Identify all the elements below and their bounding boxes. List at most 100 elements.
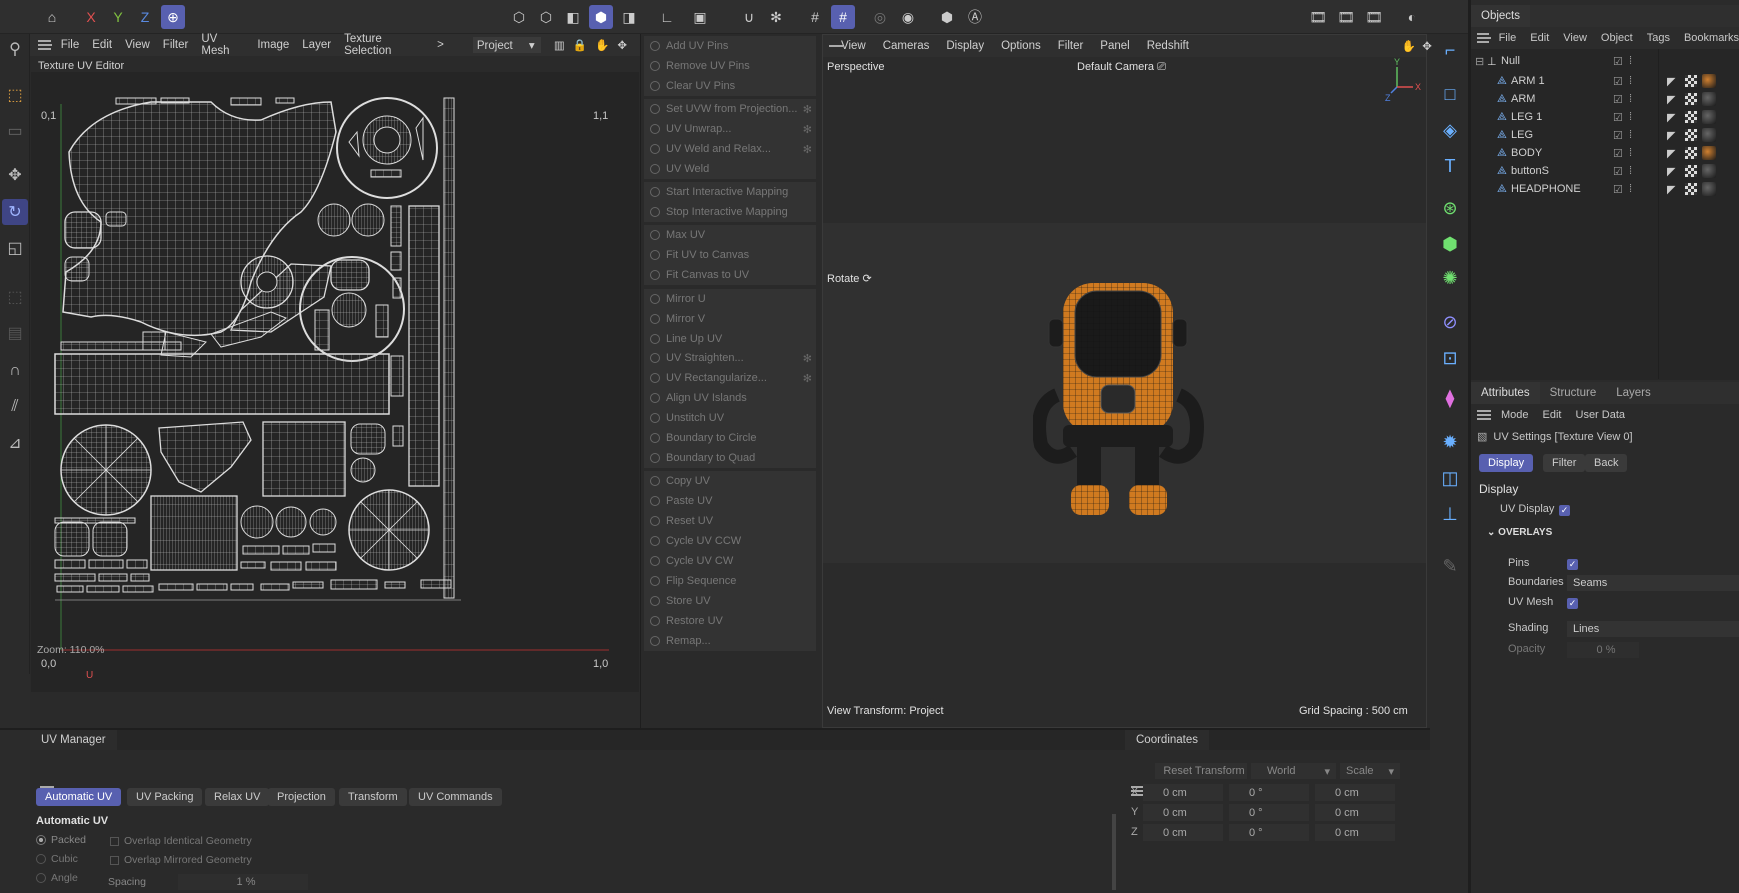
knife-icon[interactable]: ⊿ [2,430,28,456]
scene-camera-icon[interactable]: ◫ [1436,464,1464,492]
tab-attributes[interactable]: Attributes [1471,382,1540,404]
texture-tag-icon[interactable] [1685,183,1697,195]
gear-icon[interactable]: ✻ [803,103,812,116]
attr-menu-mode[interactable]: Mode [1501,409,1529,421]
vp-pan-icon[interactable]: ✋ [1402,39,1416,53]
redshift-icon[interactable]: ◐ [1400,5,1424,29]
attributes-menu-icon[interactable] [1477,410,1491,420]
pen-icon[interactable]: ✎ [1436,552,1464,580]
radio-packed[interactable]: Packed [36,834,86,846]
coordinate-space-select[interactable]: World ▾ [1251,763,1336,779]
visibility-check-icon[interactable]: ☑ [1613,129,1623,142]
overlap-mirrored-option[interactable]: Overlap Mirrored Geometry [110,854,252,866]
project-select[interactable]: Project ▾ [472,37,541,53]
snap-settings-icon[interactable]: ✻ [764,5,788,29]
live-selection-icon[interactable]: ⬚ [2,82,28,108]
uv-command-0[interactable]: Add UV Pins [644,36,816,56]
panel-menu-icon[interactable] [38,40,52,50]
uv-mode-icon[interactable]: ⬢ [589,5,613,29]
coord-rot-field[interactable]: 0 ° [1229,824,1309,841]
material-icon[interactable]: Ⓐ [963,5,987,29]
menu-filter[interactable]: Filter [163,39,189,51]
material-tag-icon[interactable] [1702,110,1716,124]
coord-scale-field[interactable]: 0 cm [1315,784,1395,801]
uv-command-19[interactable]: Boundary to Circle [644,428,816,448]
uv-command-25[interactable]: Cycle UV CW [644,551,816,571]
camera-object-icon[interactable]: ⌐ [1436,36,1464,64]
uv-command-23[interactable]: Reset UV [644,511,816,531]
rotate-icon[interactable]: ↻ [2,199,28,225]
uv-command-9[interactable]: Max UV [644,225,816,245]
uv-command-3[interactable]: Set UVW from Projection... ✻ [644,99,816,119]
texture-tag-icon[interactable] [1685,165,1697,177]
coord-pos-field[interactable]: 0 cm [1143,784,1223,801]
zoom-move-icon[interactable]: ✥ [617,38,627,52]
attr-menu-user-data[interactable]: User Data [1576,409,1626,421]
menu-file[interactable]: File [61,39,80,51]
uv-manager-title[interactable]: UV Manager [30,730,117,750]
opacity-field[interactable]: 0 % [1567,642,1639,658]
magnet-icon[interactable]: ∩ [2,358,28,384]
y-axis-toggle[interactable]: Y [106,5,130,29]
uvw-tag-icon[interactable]: ◤ [1667,129,1675,142]
tab-objects[interactable]: Objects [1471,5,1530,27]
light-icon[interactable]: ✹ [1436,428,1464,456]
uv-command-28[interactable]: Restore UV [644,611,816,631]
vp-menu-filter[interactable]: Filter [1058,40,1084,52]
effector-icon[interactable]: ✺ [1436,264,1464,292]
material-tag-icon[interactable] [1702,164,1716,178]
tab-structure[interactable]: Structure [1540,382,1607,404]
object-icon[interactable]: ⬢ [935,5,959,29]
texture-mode-icon[interactable]: ▣ [688,5,712,29]
tab-uv-packing[interactable]: UV Packing [127,788,203,806]
attr-menu-edit[interactable]: Edit [1543,409,1562,421]
visibility-check-icon[interactable]: ☑ [1613,93,1623,106]
pins-checkbox[interactable]: ✓ [1567,559,1578,570]
attr-back-button[interactable]: Back [1585,454,1628,472]
texture-tag-icon[interactable] [1685,129,1697,141]
uv-command-20[interactable]: Boundary to Quad [644,448,816,468]
object-row[interactable]: ⟁ buttonS ☑ ⁞ ◤ [1471,161,1739,181]
visibility-check-icon[interactable]: ☑ [1613,75,1623,88]
layer-dots-icon[interactable]: ⁞ [1629,147,1632,159]
obj-menu-bookmarks[interactable]: Bookmarks [1684,32,1739,44]
points-mode-icon[interactable]: ⬡ [507,5,531,29]
vp-menu-panel[interactable]: Panel [1100,40,1129,52]
radio-cubic[interactable]: Cubic [36,853,78,865]
uv-command-14[interactable]: Line Up UV [644,329,816,349]
move-icon[interactable]: ✥ [2,162,28,188]
uv-mesh-checkbox[interactable]: ✓ [1567,598,1578,609]
gear-icon[interactable]: ✻ [803,372,812,385]
attr-filter-button[interactable]: Filter [1543,454,1586,472]
uv-command-13[interactable]: Mirror V [644,309,816,329]
grid-snap-icon[interactable]: # [831,5,855,29]
boundaries-select[interactable]: Seams [1567,575,1739,591]
uvw-tag-icon[interactable]: ◤ [1667,111,1675,124]
uvw-tag-icon[interactable]: ◤ [1667,75,1675,88]
tab-layers[interactable]: Layers [1606,382,1661,404]
tab-transform[interactable]: Transform [339,788,407,806]
menu-uv-mesh[interactable]: UV Mesh [201,33,244,57]
texture-tag-icon[interactable] [1685,93,1697,105]
material-tag-icon[interactable] [1702,74,1716,88]
obj-menu-tags[interactable]: Tags [1647,32,1670,44]
vp-menu-options[interactable]: Options [1001,40,1041,52]
overlap-identical-option[interactable]: Overlap Identical Geometry [110,835,252,847]
text-spline-icon[interactable]: T [1436,152,1464,180]
uv-command-5[interactable]: UV Weld and Relax... ✻ [644,139,816,159]
object-row[interactable]: ⟁ ARM 1 ☑ ⁞ ◤ [1471,71,1739,91]
scale-icon[interactable]: ◱ [2,235,28,261]
coordinates-title[interactable]: Coordinates [1125,730,1210,750]
menu-edit[interactable]: Edit [92,39,112,51]
workplane-icon[interactable]: ∟ [655,5,679,29]
layer-dots-icon[interactable]: ⁞ [1629,75,1632,87]
menu-more[interactable]: > [437,39,444,51]
histogram-icon[interactable]: ▥ [554,38,565,52]
tab-uv-commands[interactable]: UV Commands [409,788,502,806]
uv-command-26[interactable]: Flip Sequence [644,571,816,591]
uv-command-1[interactable]: Remove UV Pins [644,56,816,76]
uvw-tag-icon[interactable]: ◤ [1667,147,1675,160]
layer-dots-icon[interactable]: ⁞ [1629,111,1632,123]
uv-display-checkbox[interactable]: ✓ [1559,505,1570,516]
obj-menu-view[interactable]: View [1563,32,1587,44]
